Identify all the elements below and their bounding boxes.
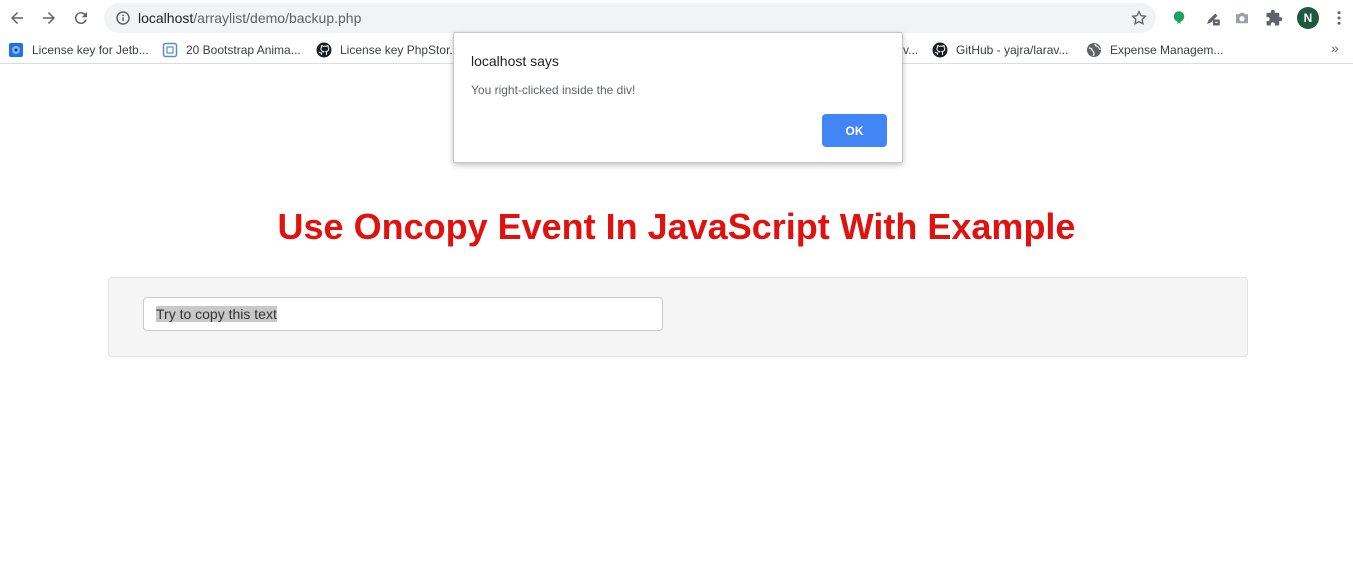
globe-icon bbox=[1086, 42, 1102, 58]
bookmark-item[interactable]: License key PhpStor... bbox=[316, 40, 459, 60]
input-selected-text: Try to copy this text bbox=[156, 306, 277, 322]
blue-circle-icon bbox=[8, 42, 24, 58]
bootstrap-icon bbox=[162, 42, 178, 58]
bookmark-label: License key PhpStor... bbox=[340, 43, 460, 57]
bookmark-item[interactable]: Expense Managem... bbox=[1086, 40, 1223, 60]
url-text: localhost/arraylist/demo/backup.php bbox=[138, 10, 361, 26]
bookmark-label: License key for Jetb... bbox=[32, 43, 149, 57]
github-icon bbox=[316, 42, 332, 58]
info-icon[interactable] bbox=[114, 9, 132, 27]
dialog-message: You right-clicked inside the div! bbox=[471, 83, 636, 97]
bookmark-item[interactable]: GitHub - yajra/larav... bbox=[932, 40, 1068, 60]
ok-button[interactable]: OK bbox=[822, 114, 887, 147]
green-extension-icon[interactable] bbox=[1168, 7, 1190, 29]
address-bar[interactable]: localhost/arraylist/demo/backup.php bbox=[104, 3, 1156, 33]
reload-icon[interactable] bbox=[69, 6, 93, 30]
bookmark-label: Expense Managem... bbox=[1110, 43, 1224, 57]
bookmark-item[interactable]: License key for Jetb... bbox=[8, 40, 149, 60]
url-path: /arraylist/demo/backup.php bbox=[193, 10, 362, 26]
alert-dialog: localhost says You right-clicked inside … bbox=[453, 32, 903, 163]
bookmark-label: 20 Bootstrap Anima... bbox=[186, 43, 301, 57]
page-title: Use Oncopy Event In JavaScript With Exam… bbox=[277, 206, 1076, 247]
bookmark-label: GitHub - yajra/larav... bbox=[956, 43, 1069, 57]
star-icon[interactable] bbox=[1130, 9, 1148, 27]
bookmark-item[interactable]: 20 Bootstrap Anima... bbox=[162, 40, 301, 60]
kebab-menu-icon[interactable] bbox=[1328, 7, 1350, 29]
eyedropper-icon[interactable] bbox=[1202, 7, 1224, 29]
bookmarks-overflow-button[interactable]: » bbox=[1331, 40, 1339, 56]
dialog-title: localhost says bbox=[471, 53, 559, 69]
camera-icon[interactable] bbox=[1231, 7, 1253, 29]
copy-text-input[interactable]: Try to copy this text bbox=[143, 297, 663, 331]
profile-avatar[interactable]: N bbox=[1297, 7, 1319, 29]
back-arrow-icon[interactable] bbox=[5, 6, 29, 30]
bookmark-label: v... bbox=[903, 43, 919, 57]
forward-arrow-icon[interactable] bbox=[37, 6, 61, 30]
github-icon bbox=[932, 42, 948, 58]
bookmark-item[interactable]: v... bbox=[903, 40, 918, 60]
url-host: localhost bbox=[138, 10, 194, 26]
browser-toolbar: localhost/arraylist/demo/backup.php N bbox=[0, 0, 1353, 36]
puzzle-icon[interactable] bbox=[1263, 7, 1285, 29]
